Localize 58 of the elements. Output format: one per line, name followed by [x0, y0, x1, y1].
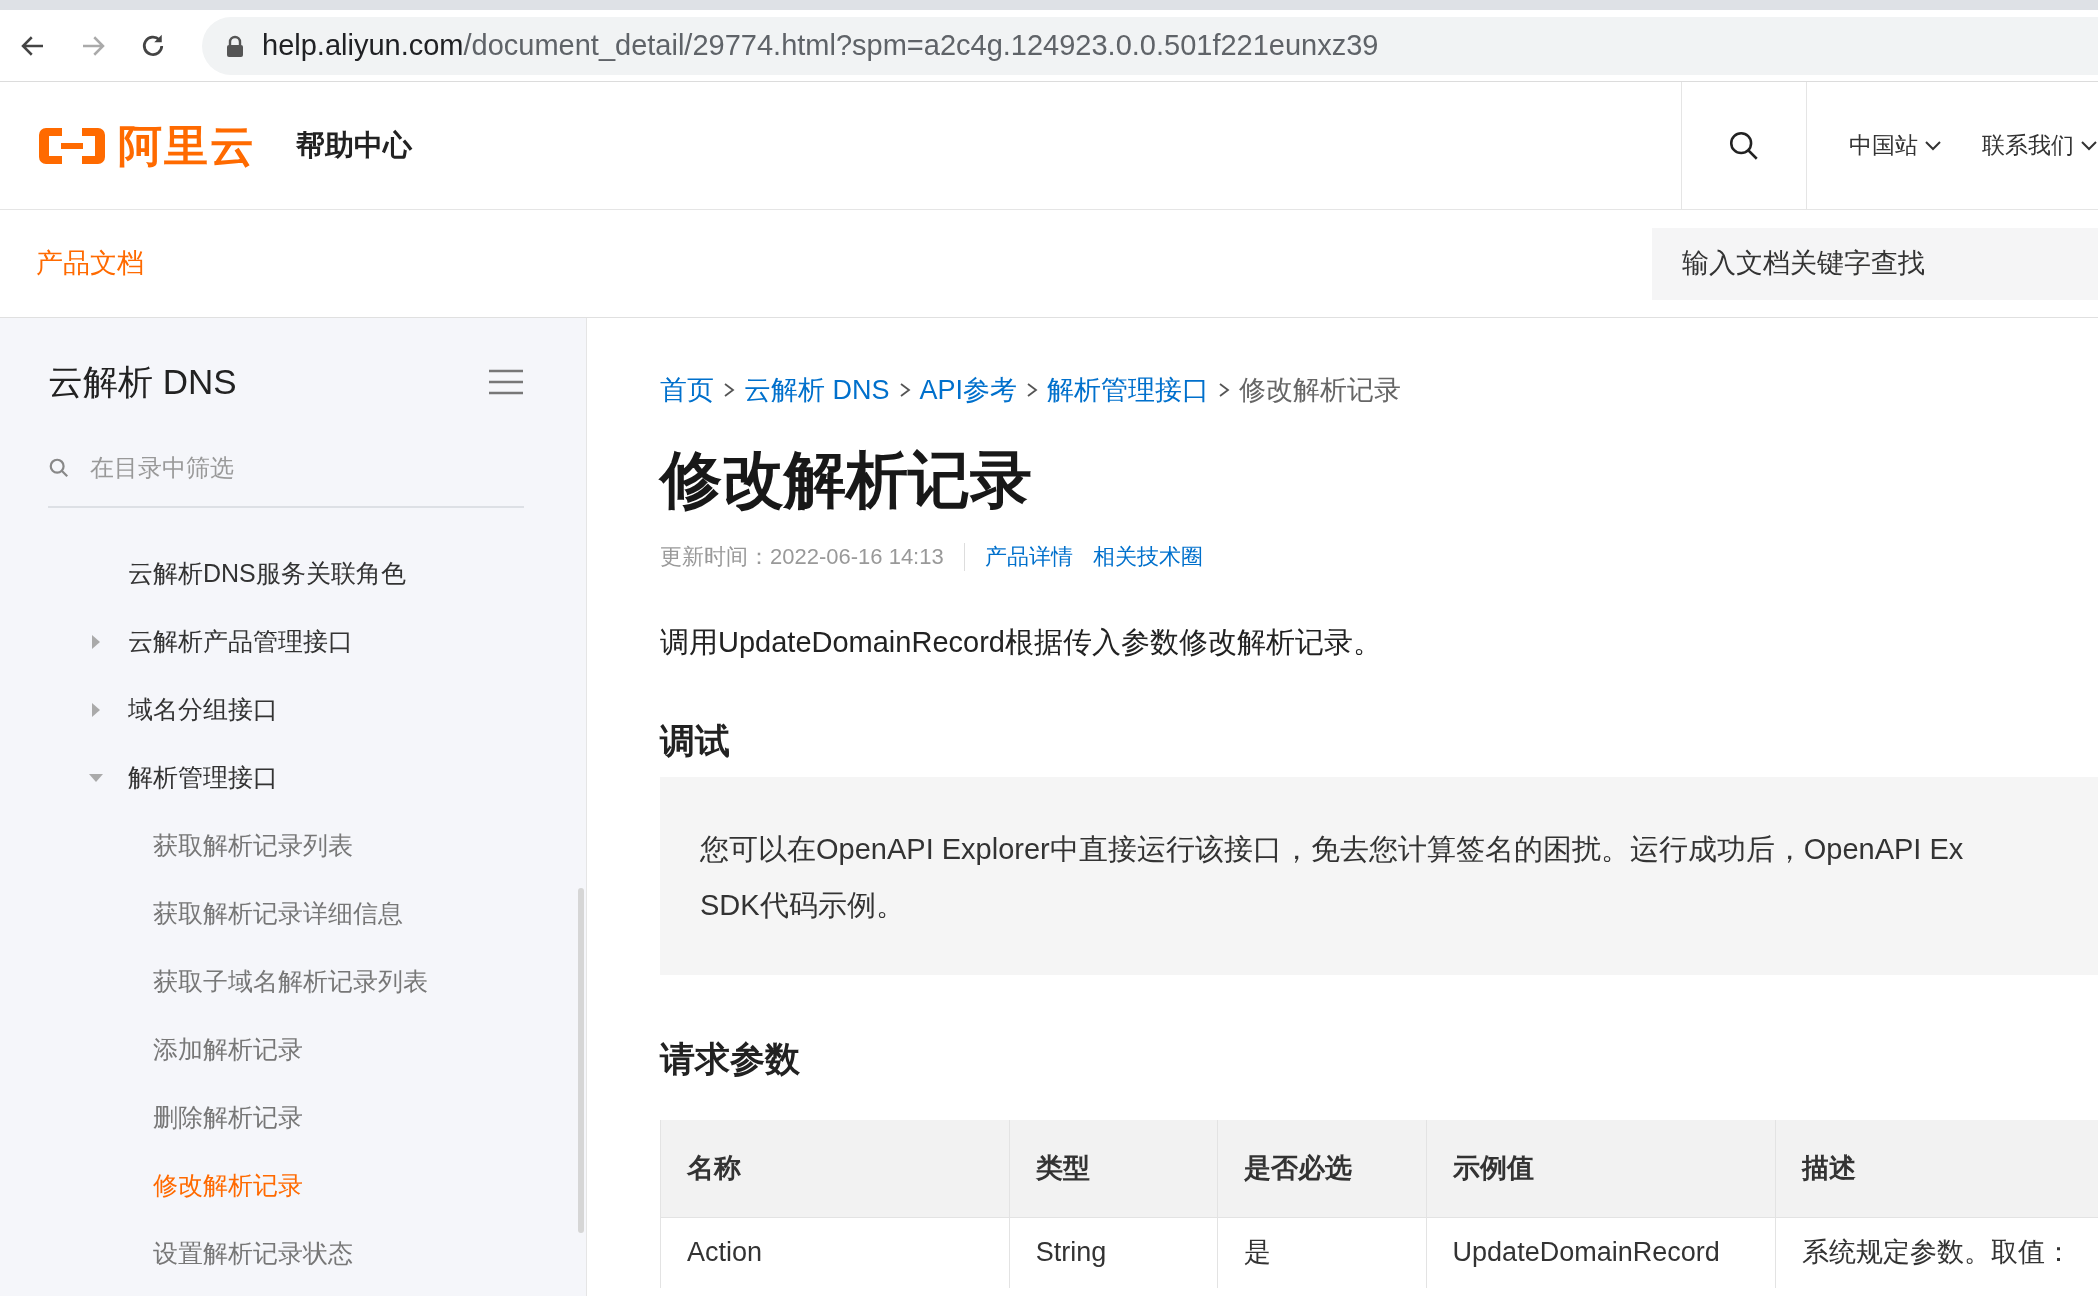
sidebar-item[interactable]: 修改解析记录	[153, 1167, 303, 1205]
table-cell: 系统规定参数。取值：	[1775, 1217, 2098, 1288]
search-button[interactable]	[1681, 82, 1807, 209]
site-title: 帮助中心	[296, 127, 412, 163]
column-header: 名称	[660, 1119, 1010, 1218]
chevron-right-icon	[1217, 382, 1232, 398]
sidebar-item[interactable]: 解析管理接口	[128, 759, 278, 797]
menu-dropdown[interactable]: 联系我们	[1982, 128, 2098, 163]
meta-link[interactable]: 产品详情	[984, 540, 1073, 573]
address-bar[interactable]: help.aliyun.com/document_detail/29774.html?spm=a2c4g.124923.0.0.501f221eunxz39	[202, 16, 2098, 75]
menu-dropdown[interactable]: 中国站	[1849, 128, 1942, 163]
table-cell: String	[1009, 1217, 1218, 1288]
filter-field[interactable]: 在目录中筛选	[90, 450, 470, 486]
sidebar-item[interactable]: 云解析DNS服务关联角色	[128, 555, 406, 593]
doc-search-field[interactable]: 输入文档关键字查找	[1652, 227, 2098, 300]
sidebar-item[interactable]: 获取解析记录列表	[153, 827, 353, 865]
update-time: 更新时间：2022-06-16 14:13	[660, 543, 944, 571]
breadcrumb-link[interactable]: 首页	[660, 369, 714, 411]
column-header: 类型	[1009, 1119, 1218, 1218]
chevron-right-icon	[722, 382, 736, 398]
sidebar-item[interactable]: 获取子域名解析记录列表	[153, 963, 428, 1001]
url-text: help.aliyun.com/document_detail/29774.html?spm=a2c4g.124923.0.0.501f221eunxz39	[262, 27, 1379, 63]
menu-icon[interactable]	[488, 368, 524, 396]
breadcrumb-current: 修改解析记录	[1239, 373, 1402, 407]
sidebar-item[interactable]: 获取解析记录详细信息	[153, 895, 403, 933]
breadcrumb-link[interactable]: 云解析 DNS	[744, 369, 890, 411]
meta-link[interactable]: 相关技术圈	[1092, 540, 1203, 573]
column-header: 示例值	[1426, 1119, 1776, 1218]
product-docs-link[interactable]: 产品文档	[0, 243, 144, 284]
triangle-down-icon[interactable]	[88, 772, 104, 784]
column-header: 是否必选	[1217, 1119, 1427, 1218]
search-icon	[48, 457, 70, 479]
column-header: 描述	[1775, 1119, 2098, 1218]
triangle-right-icon[interactable]	[90, 634, 102, 650]
section-heading: 请求参数	[660, 1038, 801, 1080]
chevron-right-icon	[1025, 382, 1040, 398]
sidebar-item[interactable]: 删除解析记录	[153, 1099, 303, 1137]
sidebar-title: 云解析 DNS	[48, 360, 237, 403]
table-cell: Action	[660, 1217, 1010, 1288]
section-heading: 调试	[660, 719, 731, 762]
chevron-down-icon	[1924, 139, 1942, 152]
chevron-down-icon	[2080, 139, 2098, 152]
table-cell: UpdateDomainRecord	[1426, 1217, 1776, 1288]
logo-text[interactable]: 阿里云	[118, 112, 256, 179]
scrollbar-thumb[interactable]	[578, 888, 584, 1233]
breadcrumb-link[interactable]: API参考	[919, 369, 1018, 411]
breadcrumb-link[interactable]: 解析管理接口	[1047, 369, 1210, 411]
table-cell: 是	[1217, 1217, 1427, 1288]
intro-text: 调用UpdateDomainRecord根据传入参数修改解析记录。	[660, 625, 1383, 660]
page-title: 修改解析记录	[660, 444, 1033, 516]
sidebar-item[interactable]: 设置解析记录状态	[153, 1235, 353, 1273]
note-text: SDK代码示例。	[700, 888, 906, 923]
note-text: 您可以在OpenAPI Explorer中直接运行该接口，免去您计算签名的困扰。运行成功后，OpenAPI Ex	[700, 832, 1965, 867]
sidebar-item[interactable]: 添加解析记录	[153, 1031, 303, 1069]
sidebar-item[interactable]: 域名分组接口	[128, 691, 278, 729]
triangle-right-icon[interactable]	[90, 702, 102, 718]
sidebar-item[interactable]: 云解析产品管理接口	[128, 623, 353, 661]
lock-icon	[226, 34, 244, 57]
